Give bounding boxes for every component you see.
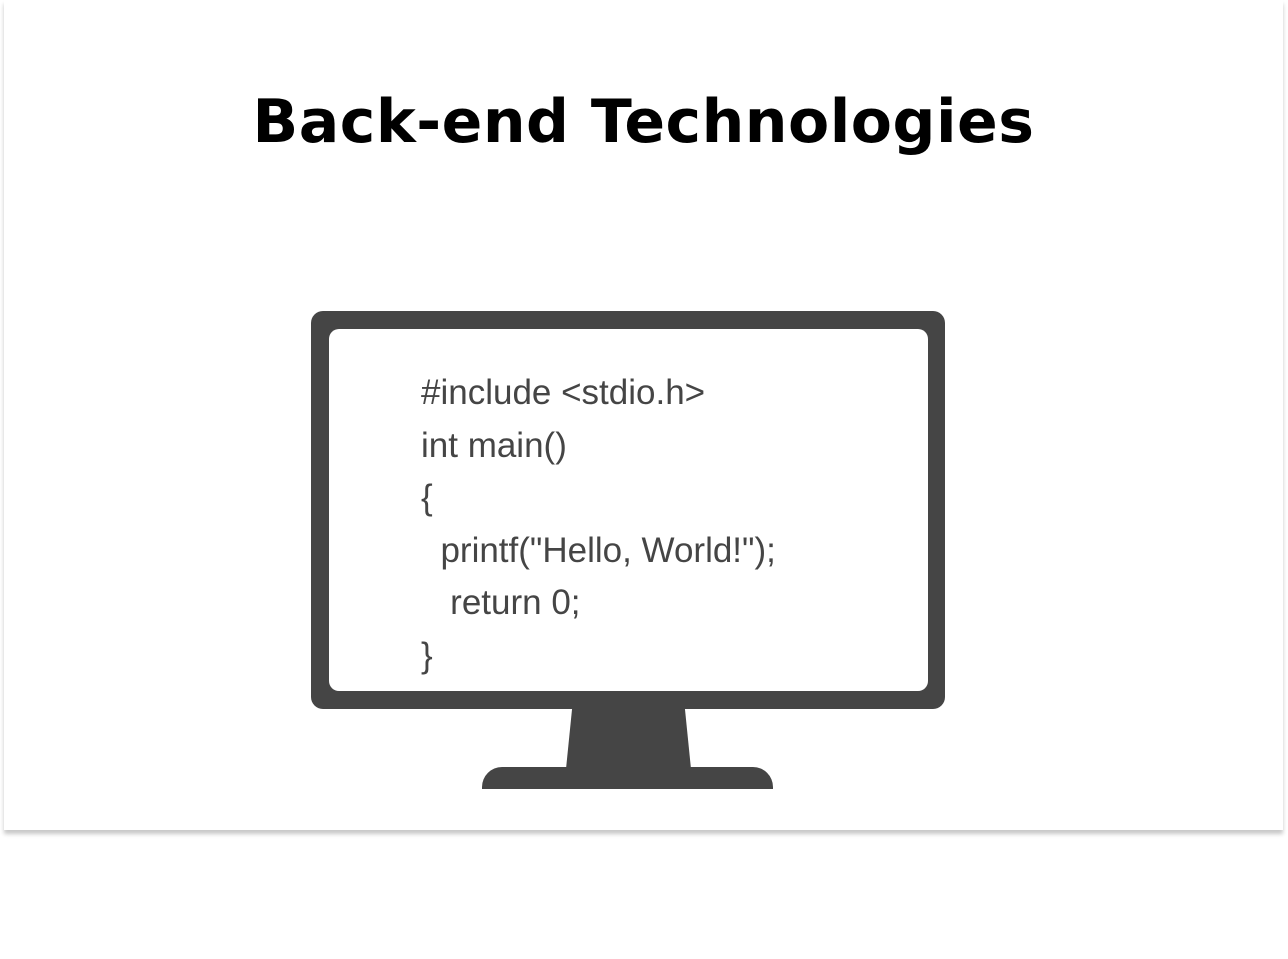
monitor-with-code-icon: #include <stdio.h> int main() { printf("He… (311, 311, 945, 789)
slide-title: Back-end Technologies (252, 87, 1035, 157)
code-snippet: #include <stdio.h> int main() { printf("He… (421, 367, 776, 682)
code-line: int main() (421, 425, 567, 465)
code-line: { (421, 478, 433, 517)
code-line: return 0; (421, 583, 581, 622)
code-line: printf("Hello, World!"); (421, 530, 776, 570)
code-line: } (421, 635, 433, 675)
monitor-bezel: #include <stdio.h> int main() { printf("He… (311, 311, 945, 709)
slide: Back-end Technologies #include <stdio.h>… (4, 0, 1283, 830)
monitor-screen: #include <stdio.h> int main() { printf("He… (329, 329, 928, 691)
monitor-stand-base (482, 767, 773, 789)
monitor-stand-neck (566, 707, 691, 769)
code-line: #include <stdio.h> (421, 373, 706, 412)
